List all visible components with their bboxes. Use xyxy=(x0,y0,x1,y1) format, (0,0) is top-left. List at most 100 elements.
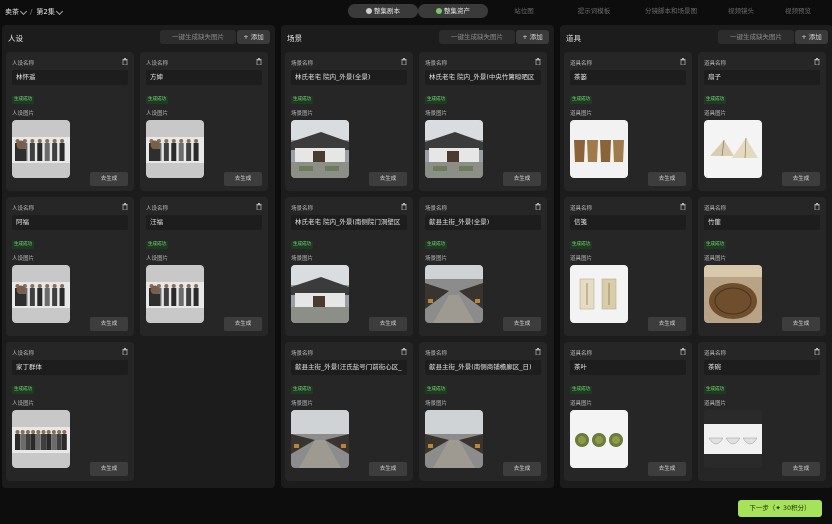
generate-button[interactable]: 去生成 xyxy=(648,172,686,186)
asset-card: 人设名称 家丁群体 生成成功 人设图片 去生成 xyxy=(6,342,134,481)
generate-missing-button[interactable]: 一键生成缺失图片 xyxy=(718,30,794,44)
trash-icon[interactable] xyxy=(401,58,407,66)
trash-icon[interactable] xyxy=(535,58,541,66)
asset-thumbnail[interactable] xyxy=(12,120,70,178)
asset-thumbnail[interactable] xyxy=(146,120,204,178)
asset-thumbnail[interactable] xyxy=(291,410,349,468)
trash-icon[interactable] xyxy=(680,348,686,356)
step-assets[interactable]: 整集资产 xyxy=(418,4,488,18)
generate-button[interactable]: 去生成 xyxy=(224,172,262,186)
asset-thumbnail[interactable] xyxy=(291,120,349,178)
name-field[interactable]: 茶叶 xyxy=(570,360,686,375)
status-badge: 生成成功 xyxy=(425,96,447,104)
asset-thumbnail[interactable] xyxy=(425,265,483,323)
name-field[interactable]: 歙县主街_外景(汪氏盐号门前街心区_ xyxy=(291,360,407,375)
step-blocking[interactable]: 站位图 xyxy=(498,4,550,18)
generate-button[interactable]: 去生成 xyxy=(90,172,128,186)
generate-button[interactable]: 去生成 xyxy=(90,462,128,476)
asset-thumbnail[interactable] xyxy=(12,265,70,323)
generate-button[interactable]: 去生成 xyxy=(503,317,541,331)
asset-card: 道具名称 茶碗 生成成功 道具图片 去生成 xyxy=(698,342,826,481)
name-label: 人设名称 xyxy=(12,61,35,67)
name-field[interactable]: 竹篚 xyxy=(704,215,820,230)
generate-missing-button[interactable]: 一键生成缺失图片 xyxy=(439,30,515,44)
column-header: 场景 一键生成缺失图片 + 添加 xyxy=(281,25,554,49)
name-field[interactable]: 信笺 xyxy=(570,215,686,230)
name-field[interactable]: 家丁群体 xyxy=(12,360,128,375)
trash-icon[interactable] xyxy=(814,58,820,66)
name-field[interactable]: 林氏老宅 院内_外景(南侧院门洞壁区 xyxy=(291,215,407,230)
name-field[interactable]: 歙县主街_外景(南侧商铺檐廊区_日) xyxy=(425,360,541,375)
image-label: 场景图片 xyxy=(425,111,448,117)
generate-missing-button[interactable]: 一键生成缺失图片 xyxy=(160,30,236,44)
generate-button[interactable]: 去生成 xyxy=(648,462,686,476)
asset-thumbnail[interactable] xyxy=(570,120,628,178)
step-video-preview[interactable]: 视频预览 xyxy=(772,4,824,18)
trash-icon[interactable] xyxy=(535,203,541,211)
column-scenes: 场景 一键生成缺失图片 + 添加 场景名称 林氏老宅 院内_外景(全景) 生成成… xyxy=(281,25,554,488)
asset-thumbnail[interactable] xyxy=(570,265,628,323)
name-field[interactable]: 阿福 xyxy=(12,215,128,230)
asset-thumbnail[interactable] xyxy=(425,410,483,468)
image-label: 人设图片 xyxy=(12,256,35,262)
asset-thumbnail[interactable] xyxy=(570,410,628,468)
add-button[interactable]: + 添加 xyxy=(237,30,270,44)
step-prompt-template[interactable]: 提示词模板 xyxy=(560,4,628,18)
status-badge: 生成成功 xyxy=(570,96,592,104)
name-label: 场景名称 xyxy=(425,351,448,357)
column-header: 道具 一键生成缺失图片 + 添加 xyxy=(560,25,832,49)
trash-icon[interactable] xyxy=(680,203,686,211)
asset-thumbnail[interactable] xyxy=(291,265,349,323)
workflow-steps: 整集剧本 整集资产 站位图 提示词模板 分镜脚本和场景图 视频镜头 视频预览 xyxy=(348,4,828,18)
generate-button[interactable]: 去生成 xyxy=(224,317,262,331)
generate-button[interactable]: 去生成 xyxy=(503,462,541,476)
name-field[interactable]: 林怀遥 xyxy=(12,70,128,85)
asset-thumbnail[interactable] xyxy=(704,265,762,323)
generate-button[interactable]: 去生成 xyxy=(369,462,407,476)
name-field[interactable]: 林氏老宅 院内_外景(全景) xyxy=(291,70,407,85)
step-video-shots[interactable]: 视频镜头 xyxy=(714,4,768,18)
asset-thumbnail[interactable] xyxy=(146,265,204,323)
trash-icon[interactable] xyxy=(256,58,262,66)
image-label: 人设图片 xyxy=(146,111,169,117)
trash-icon[interactable] xyxy=(814,203,820,211)
generate-button[interactable]: 去生成 xyxy=(369,317,407,331)
trash-icon[interactable] xyxy=(814,348,820,356)
name-field[interactable]: 茶碗 xyxy=(704,360,820,375)
step-script[interactable]: 整集剧本 xyxy=(348,4,418,18)
image-label: 人设图片 xyxy=(12,401,35,407)
trash-icon[interactable] xyxy=(122,58,128,66)
trash-icon[interactable] xyxy=(122,348,128,356)
name-field[interactable]: 林氏老宅 院内_外景(中央竹篱晾晒区 xyxy=(425,70,541,85)
trash-icon[interactable] xyxy=(122,203,128,211)
asset-thumbnail[interactable] xyxy=(704,120,762,178)
name-field[interactable]: 汪福 xyxy=(146,215,262,230)
generate-button[interactable]: 去生成 xyxy=(369,172,407,186)
trash-icon[interactable] xyxy=(401,348,407,356)
next-step-button[interactable]: 下一步（✦ 30积分） xyxy=(738,500,822,517)
episode-selector[interactable]: 第2集 xyxy=(36,7,63,17)
project-selector[interactable]: 卖茶 xyxy=(5,7,28,17)
asset-thumbnail[interactable] xyxy=(425,120,483,178)
name-field[interactable]: 茶篓 xyxy=(570,70,686,85)
generate-button[interactable]: 去生成 xyxy=(90,317,128,331)
name-field[interactable]: 歙县主街_外景(全景) xyxy=(425,215,541,230)
asset-thumbnail[interactable] xyxy=(704,410,762,468)
generate-button[interactable]: 去生成 xyxy=(782,172,820,186)
generate-button[interactable]: 去生成 xyxy=(503,172,541,186)
add-button[interactable]: + 添加 xyxy=(795,30,828,44)
check-icon xyxy=(366,8,372,14)
trash-icon[interactable] xyxy=(256,203,262,211)
asset-thumbnail[interactable] xyxy=(12,410,70,468)
trash-icon[interactable] xyxy=(401,203,407,211)
generate-button[interactable]: 去生成 xyxy=(782,462,820,476)
status-badge: 生成成功 xyxy=(425,241,447,249)
add-button[interactable]: + 添加 xyxy=(516,30,549,44)
name-field[interactable]: 方婶 xyxy=(146,70,262,85)
name-field[interactable]: 扇子 xyxy=(704,70,820,85)
trash-icon[interactable] xyxy=(535,348,541,356)
step-storyboard[interactable]: 分镜脚本和场景图 xyxy=(630,4,712,18)
generate-button[interactable]: 去生成 xyxy=(782,317,820,331)
trash-icon[interactable] xyxy=(680,58,686,66)
generate-button[interactable]: 去生成 xyxy=(648,317,686,331)
